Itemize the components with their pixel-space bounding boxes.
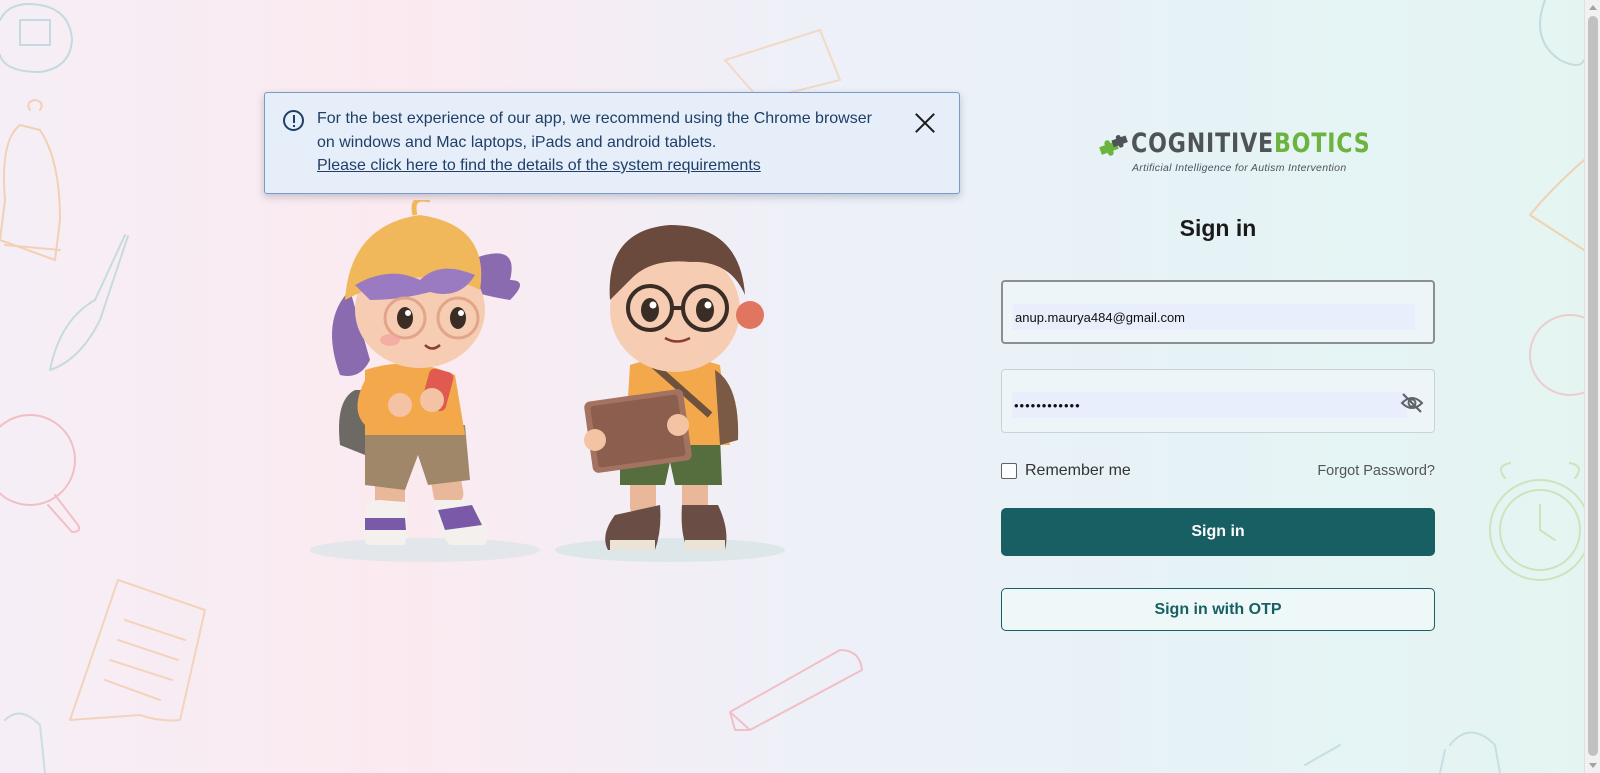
scroll-up-icon[interactable]: [1589, 5, 1597, 10]
email-field-container: [1001, 280, 1435, 344]
kids-illustration: [310, 200, 785, 562]
girl-character: [332, 200, 520, 545]
password-field-container: [1001, 369, 1435, 433]
forgot-password-link[interactable]: Forgot Password?: [1317, 463, 1435, 479]
signin-with-otp-button[interactable]: Sign in with OTP: [1001, 588, 1435, 631]
eye-slash-icon[interactable]: [1400, 392, 1424, 414]
remember-me: Remember me: [1001, 462, 1131, 480]
brand-tagline: Artificial Intelligence for Autism Inter…: [1132, 162, 1347, 174]
notice-line-2: on windows and Mac laptops, iPads and an…: [317, 133, 717, 151]
signin-title: Sign in: [1179, 215, 1257, 241]
remember-me-label: Remember me: [1025, 462, 1131, 479]
browser-recommendation-notice: For the best experience of our app, we r…: [264, 92, 960, 194]
brand-name: COGNITIVEBOTICS: [1131, 128, 1371, 159]
email-field[interactable]: [1013, 304, 1415, 330]
notice-line-1: For the best experience of our app, we r…: [317, 110, 872, 127]
cognitivebotics-logo: COGNITIVEBOTICS Artificial Intelligence …: [1098, 128, 1370, 176]
close-icon[interactable]: [913, 111, 937, 135]
puzzle-icon: [1099, 134, 1128, 156]
password-field[interactable]: [1012, 392, 1407, 418]
scrollbar-thumb[interactable]: [1588, 16, 1598, 756]
brand-name-part-2: BOTICS: [1273, 128, 1371, 159]
info-icon: [283, 110, 304, 131]
scroll-down-icon[interactable]: [1589, 763, 1597, 768]
remember-me-checkbox[interactable]: [1001, 463, 1017, 479]
system-requirements-link[interactable]: Please click here to find the details of…: [317, 154, 899, 178]
vertical-scrollbar[interactable]: [1584, 0, 1600, 773]
boy-character: [584, 225, 764, 550]
signin-button[interactable]: Sign in: [1001, 508, 1435, 556]
brand-name-part-1: COGNITIVE: [1131, 128, 1274, 159]
